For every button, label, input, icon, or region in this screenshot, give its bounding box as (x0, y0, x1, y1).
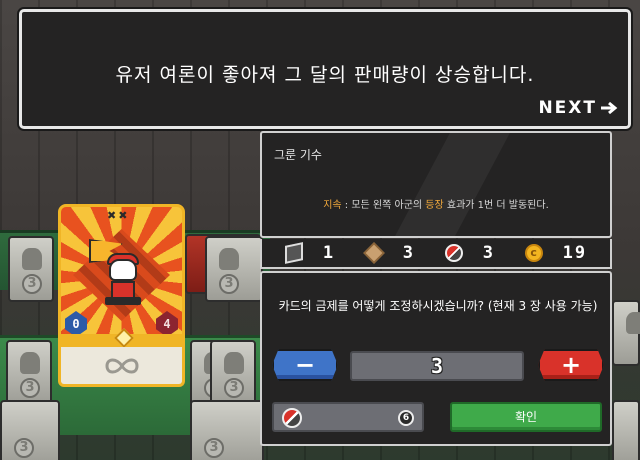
card-info-panel: 그룬 기수 지속 : 모든 왼쪽 아군의 등장 효과가 1번 더 발동된다. (260, 131, 612, 238)
effect-highlight: 등장 (425, 200, 444, 211)
card-art: ✖✖ 0 4 (58, 204, 185, 337)
card-rank-icon: ✖✖ (107, 209, 130, 222)
next-button[interactable]: NEXT (538, 98, 618, 118)
arrow-right-icon (601, 101, 618, 115)
resource-value: 3 (402, 243, 416, 263)
card-footer (58, 347, 185, 387)
board-card[interactable]: 3 (0, 400, 60, 460)
selected-card[interactable]: ✖✖ 0 4 (58, 204, 185, 387)
cost-display: 6 (272, 402, 424, 432)
resource-bar: 1 3 3 c 19 (260, 239, 612, 269)
confirm-button[interactable]: 확인 (450, 402, 602, 432)
effect-keyword: 지속 (323, 200, 342, 211)
board-card[interactable]: 3 (190, 400, 264, 460)
flag-icon (284, 242, 303, 264)
next-label: NEXT (538, 98, 597, 118)
resource-flag: 1 (284, 242, 336, 264)
card-band (58, 328, 185, 348)
decrease-button[interactable]: − (272, 349, 338, 381)
resource-ball: 3 (444, 243, 495, 263)
quantity-value: 3 (350, 351, 524, 381)
resource-coin: c 19 (524, 243, 588, 263)
dialog-message: 유저 여론이 좋아져 그 달의 판매량이 상승합니다. (115, 64, 535, 86)
ball-icon (444, 244, 463, 262)
board-card[interactable] (612, 300, 640, 366)
board-card[interactable]: 3 (210, 340, 256, 406)
board-card[interactable] (612, 400, 640, 460)
adjust-panel: 카드의 금제를 어떻게 조정하시겠습니까? (현재 3 장 사용 가능) − 3… (260, 271, 612, 446)
message-dialog: 유저 여론이 좋아져 그 달의 판매량이 상승합니다. NEXT (19, 9, 631, 129)
board-card[interactable]: 3 (8, 236, 54, 302)
flag-bearer-character (89, 239, 145, 305)
coin-icon: c (524, 244, 543, 262)
resource-value: 19 (562, 243, 588, 263)
infinity-icon (104, 358, 139, 373)
ball-icon (282, 408, 302, 428)
card-effect-text: 지속 : 모든 왼쪽 아군의 등장 효과가 1번 더 발동된다. (323, 200, 549, 211)
cost-badge: 6 (398, 410, 414, 426)
resource-box: 3 (362, 242, 416, 264)
resource-value: 3 (482, 243, 495, 263)
adjust-question: 카드의 금제를 어떻게 조정하시겠습니까? (현재 3 장 사용 가능) (278, 299, 598, 313)
board-card[interactable]: 3 (205, 236, 263, 302)
box-icon (362, 242, 385, 264)
card-name: 그룬 기수 (274, 148, 322, 162)
resource-value: 1 (322, 243, 336, 263)
board-card[interactable]: 3 (6, 340, 52, 406)
increase-button[interactable]: + (538, 349, 604, 381)
